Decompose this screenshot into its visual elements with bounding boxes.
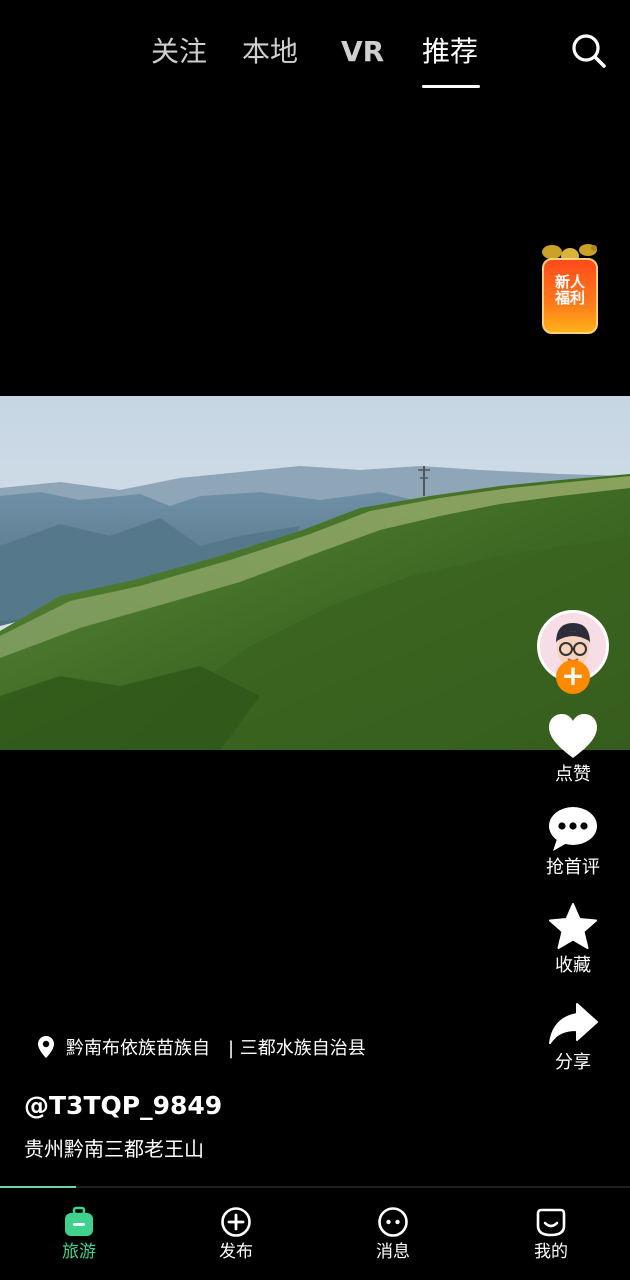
like-label: 点赞 <box>555 764 591 785</box>
tab-local[interactable]: 本地 <box>242 34 298 70</box>
search-icon <box>572 34 606 68</box>
video-player[interactable] <box>0 396 630 750</box>
nav-profile[interactable]: 我的 <box>511 1206 591 1262</box>
suitcase-icon <box>65 1206 93 1236</box>
location-county: | 三都水族自治县 <box>228 1038 366 1059</box>
nav-travel-label: 旅游 <box>62 1242 96 1262</box>
active-tab-indicator <box>422 85 480 88</box>
nav-profile-label: 我的 <box>534 1242 568 1262</box>
follow-button[interactable]: + <box>556 660 590 694</box>
profile-face-icon <box>536 1208 566 1237</box>
location-pin-icon <box>38 1036 54 1058</box>
nav-messages[interactable]: 消息 <box>353 1206 433 1262</box>
tab-following[interactable]: 关注 <box>151 34 207 70</box>
nav-publish-label: 发布 <box>219 1242 253 1262</box>
video-caption: 贵州黔南三都老王山 <box>24 1137 204 1161</box>
video-frame-landscape <box>0 396 630 750</box>
comment-button[interactable]: 抢首评 <box>530 805 616 879</box>
favorite-button[interactable]: 收藏 <box>530 903 616 977</box>
nav-messages-label: 消息 <box>376 1242 410 1262</box>
comment-label: 抢首评 <box>546 857 600 878</box>
tab-recommended[interactable]: 推荐 <box>422 34 478 70</box>
creator-username[interactable]: @T3TQP_9849 <box>24 1090 222 1122</box>
top-tab-bar: 关注 本地 VR 推荐 <box>0 0 630 100</box>
star-icon <box>549 903 597 949</box>
nav-publish[interactable]: 发布 <box>196 1206 276 1262</box>
nav-travel[interactable]: 旅游 <box>39 1206 119 1262</box>
new-user-benefit-badge[interactable]: 新人 福利 <box>540 240 600 334</box>
like-button[interactable]: 点赞 <box>530 712 616 786</box>
comment-bubble-icon <box>549 807 597 851</box>
plus-icon: + <box>561 659 585 692</box>
favorite-label: 收藏 <box>555 955 591 976</box>
share-label: 分享 <box>555 1052 591 1073</box>
tab-vr[interactable]: VR <box>341 34 384 70</box>
location-tag[interactable]: 黔南布依族苗族自 | 三都水族自治县 <box>36 1033 366 1061</box>
search-button[interactable] <box>568 30 610 72</box>
plus-circle-icon <box>221 1207 251 1237</box>
promo-label: 新人 福利 <box>554 273 585 307</box>
heart-icon <box>549 714 597 758</box>
bottom-navigation: 旅游 发布 消息 我的 <box>0 1188 630 1280</box>
message-face-icon <box>378 1207 408 1237</box>
location-region: 黔南布依族苗族自 <box>66 1038 210 1059</box>
share-button[interactable]: 分享 <box>530 1000 616 1074</box>
share-arrow-icon <box>549 1003 598 1044</box>
